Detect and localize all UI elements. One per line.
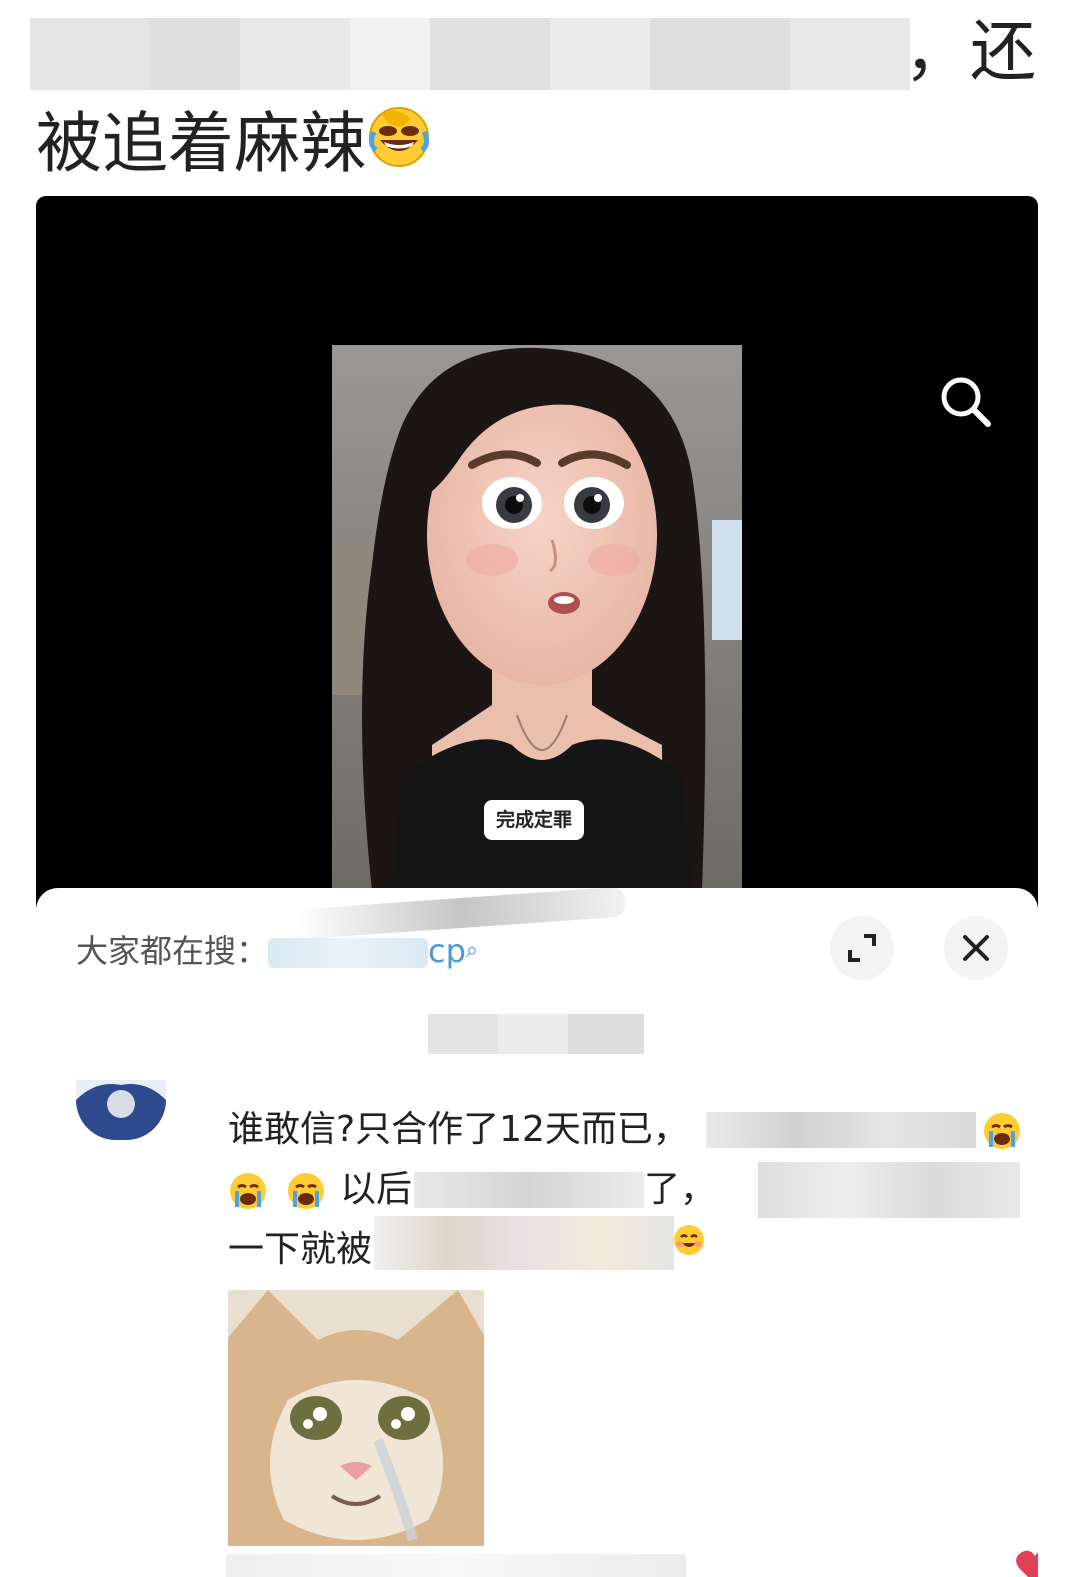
comment-line-2: 以后 了，	[228, 1160, 1020, 1220]
trending-search-blurred	[268, 938, 429, 968]
crying-cat-sticker[interactable]	[228, 1290, 484, 1546]
comment-line-2-prefix: 以后	[340, 1169, 413, 1210]
comment-meta-blurred	[226, 1554, 686, 1577]
rolling-laughing-emoji-icon	[366, 102, 432, 194]
comment-sheet: 大家都在搜： cp⌕ 谁敢信?只合作了12天而已， 以后 了， 一下就被	[36, 888, 1038, 1577]
video-panel[interactable]: 完成定罪	[36, 196, 1038, 916]
trending-search-row[interactable]: 大家都在搜： cp⌕	[76, 926, 478, 976]
video-overlay-label: 完成定罪	[484, 800, 585, 840]
heart-icon[interactable]	[1014, 1548, 1038, 1577]
expand-icon[interactable]	[830, 916, 894, 980]
trending-search-prefix: 大家都在搜：	[76, 932, 269, 970]
caption-line-1-tail: ，还	[904, 13, 1036, 90]
comment-line-2-redaction-2	[758, 1162, 1020, 1218]
avatar[interactable]	[76, 1080, 166, 1140]
caption-line-1: ，还	[30, 6, 1046, 98]
close-icon[interactable]	[944, 916, 1008, 980]
search-icon[interactable]	[934, 370, 998, 434]
search-term-icon: ⌕	[465, 938, 479, 963]
comment-line-3-redaction	[374, 1216, 674, 1270]
video-thumbnail[interactable]: 完成定罪	[332, 345, 742, 890]
comment-line-2-redaction	[414, 1172, 644, 1208]
comment-line-3: 一下就被	[228, 1216, 1018, 1280]
caption-line-2: 被追着麻辣	[36, 98, 1046, 190]
caption-line-2-text: 被追着麻辣	[36, 105, 366, 182]
post-caption: ，还 被追着麻辣	[30, 6, 1046, 190]
comment-line-2-mid: 了，	[644, 1169, 717, 1210]
comment-line-1-text: 谁敢信?只合作了12天而已，	[228, 1109, 689, 1150]
comment-line-1-redaction	[706, 1112, 976, 1148]
comment-line-3-prefix: 一下就被	[228, 1229, 373, 1270]
caption-blurred-region	[30, 18, 910, 90]
comment-meta-row	[226, 1548, 1038, 1577]
smiling-emoji-icon	[672, 1216, 706, 1276]
comment-count-blurred	[428, 1014, 644, 1054]
comment-line-1: 谁敢信?只合作了12天而已，	[228, 1100, 1020, 1160]
comment-text: 谁敢信?只合作了12天而已， 以后 了， 一下就被	[228, 1100, 1020, 1280]
trending-search-term[interactable]: cp	[428, 932, 466, 970]
